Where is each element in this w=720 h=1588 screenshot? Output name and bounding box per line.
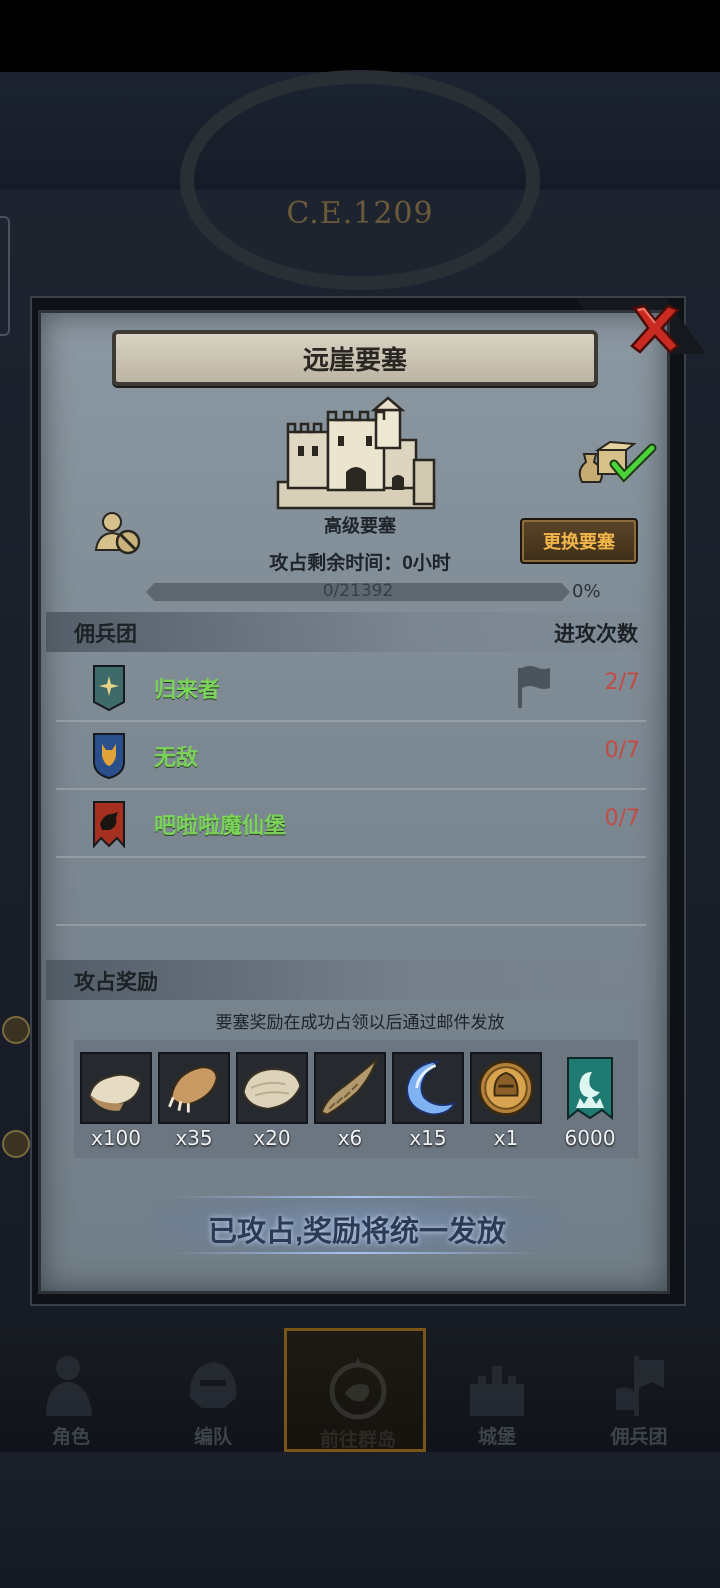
claim-line-bottom bbox=[170, 1252, 542, 1254]
empty-row bbox=[56, 858, 646, 926]
title-banner: 远崖要塞 bbox=[112, 330, 598, 386]
mercenary-row[interactable]: 归来者 2/7 bbox=[56, 654, 646, 722]
reward-item[interactable]: x6 bbox=[314, 1052, 386, 1152]
claw-icon bbox=[168, 1066, 218, 1113]
bottom-nav: 角色 编队 前往群岛 城堡 佣兵团 bbox=[0, 1328, 720, 1452]
reward-note: 要塞奖励在成功占领以后通过邮件发放 bbox=[215, 1013, 505, 1032]
mercenary-row[interactable]: 吧啦啦魔仙堡 0/7 bbox=[56, 790, 646, 858]
status-bar bbox=[0, 0, 720, 72]
reward-bag-check-icon[interactable] bbox=[576, 436, 658, 486]
reward-slot bbox=[80, 1052, 152, 1124]
progress-percent: 0% bbox=[572, 581, 601, 602]
side-target-icon[interactable] bbox=[2, 1130, 30, 1158]
mercenary-row[interactable]: 无敌 0/7 bbox=[56, 722, 646, 790]
bottom-area bbox=[0, 1452, 720, 1588]
reward-item[interactable]: x35 bbox=[158, 1052, 230, 1152]
reward-slot bbox=[470, 1052, 542, 1124]
claim-line-top bbox=[170, 1196, 542, 1198]
fortress-title: 远崖要塞 bbox=[302, 344, 407, 375]
attack-count: 0/7 bbox=[604, 738, 640, 763]
reward-qty: x20 bbox=[253, 1126, 291, 1150]
horn-icon bbox=[320, 1056, 379, 1116]
reward-qty: x35 bbox=[175, 1126, 213, 1150]
nav-mercenary[interactable]: 佣兵团 bbox=[568, 1328, 710, 1452]
guild-banner-icon bbox=[567, 1057, 613, 1121]
compass-ring bbox=[180, 70, 540, 290]
mercenary-name: 吧啦啦魔仙堡 bbox=[154, 813, 287, 838]
reward-slot bbox=[158, 1052, 230, 1124]
reward-item[interactable]: x1 bbox=[470, 1052, 542, 1152]
helmet-medal-icon bbox=[478, 1060, 534, 1116]
claim-status-text: 已攻占,奖励将统一发放 bbox=[207, 1216, 507, 1248]
reward-slot bbox=[392, 1052, 464, 1124]
attack-count-header: 进攻次数 bbox=[554, 623, 638, 646]
helmet-icon bbox=[189, 1362, 237, 1408]
fortress-castle-icon bbox=[276, 396, 436, 510]
progress-count: 0/21392 bbox=[322, 581, 394, 601]
reward-qty: x1 bbox=[493, 1126, 519, 1150]
reward-qty: 6000 bbox=[564, 1126, 616, 1150]
mercenary-name: 无敌 bbox=[154, 745, 199, 770]
attack-count: 0/7 bbox=[604, 806, 640, 831]
rewards-header-label: 攻占奖励 bbox=[74, 971, 158, 994]
nav-islands[interactable]: 前往群岛 bbox=[284, 1328, 426, 1452]
reward-qty: x15 bbox=[409, 1126, 447, 1150]
mercenary-header-label: 佣兵团 bbox=[74, 623, 137, 646]
reward-qty: x100 bbox=[90, 1126, 141, 1150]
nav-label: 角色 bbox=[51, 1427, 90, 1448]
game-screen: C.E.1209 远崖要塞 高级要塞 攻占剩余时间：0小时 更换要塞 0/213… bbox=[0, 0, 720, 1588]
knight-icon bbox=[46, 1356, 92, 1416]
nav-role[interactable]: 角色 bbox=[0, 1328, 142, 1452]
flag-icon bbox=[518, 666, 550, 708]
reward-item[interactable]: x15 bbox=[392, 1052, 464, 1152]
reward-item[interactable]: x20 bbox=[236, 1052, 308, 1152]
reward-slot bbox=[236, 1052, 308, 1124]
nav-label: 编队 bbox=[193, 1427, 232, 1448]
close-icon[interactable] bbox=[628, 304, 682, 354]
change-fortress-button[interactable]: 更换要塞 bbox=[520, 518, 638, 564]
compass-icon bbox=[329, 1357, 387, 1420]
attack-count: 2/7 bbox=[604, 670, 640, 695]
fox-shield-icon bbox=[93, 733, 125, 780]
nav-label: 城堡 bbox=[477, 1427, 516, 1448]
nav-label: 佣兵团 bbox=[610, 1427, 668, 1448]
nav-label: 前往群岛 bbox=[319, 1430, 396, 1451]
mercenary-header: 佣兵团 进攻次数 bbox=[46, 612, 656, 652]
change-fortress-label: 更换要塞 bbox=[543, 532, 615, 552]
side-tab[interactable] bbox=[0, 216, 10, 336]
fur-icon bbox=[242, 1068, 302, 1110]
nav-castle[interactable]: 城堡 bbox=[426, 1328, 568, 1452]
crow-banner-icon bbox=[93, 801, 125, 848]
rewards-header: 攻占奖励 bbox=[46, 960, 656, 1000]
reward-item[interactable]: 6000 bbox=[554, 1052, 626, 1152]
reward-slot bbox=[314, 1052, 386, 1124]
banner-icon bbox=[616, 1356, 664, 1416]
castle-icon bbox=[470, 1366, 524, 1416]
reward-item[interactable]: x100 bbox=[80, 1052, 152, 1152]
mercenary-name: 归来者 bbox=[154, 677, 221, 702]
reward-qty: x6 bbox=[337, 1126, 363, 1150]
moon-crystal-icon bbox=[406, 1060, 457, 1116]
star-banner-icon bbox=[93, 665, 125, 712]
no-user-icon[interactable] bbox=[94, 510, 144, 556]
nav-formation[interactable]: 编队 bbox=[142, 1328, 284, 1452]
era-date: C.E.1209 bbox=[286, 196, 434, 231]
hide-icon bbox=[88, 1073, 142, 1111]
